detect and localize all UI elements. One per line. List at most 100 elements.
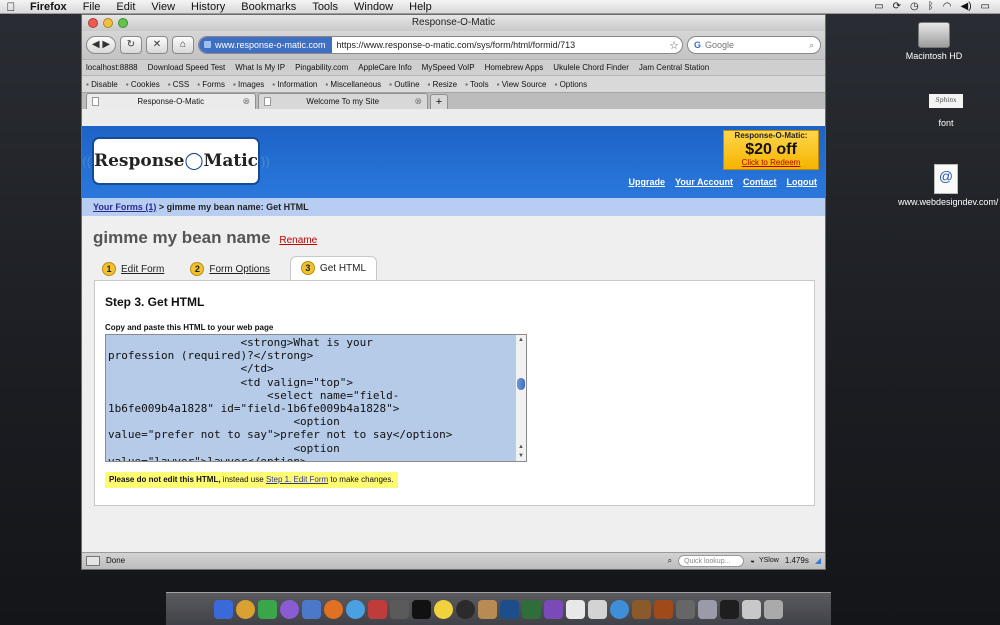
bookmark-item[interactable]: Download Speed Test	[148, 60, 226, 75]
tab-response-o-matic[interactable]: Response-O-Matic ⊗	[86, 93, 256, 109]
dev-menu-view-source[interactable]: View Source	[497, 76, 547, 92]
menu-file[interactable]: File	[75, 0, 109, 14]
bookmark-item[interactable]: Jam Central Station	[639, 60, 709, 75]
dev-menu-forms[interactable]: Forms	[197, 76, 225, 92]
back-forward-button[interactable]: ◀ ▶	[86, 36, 116, 54]
home-button[interactable]: ⌂	[172, 36, 194, 54]
menu-history[interactable]: History	[183, 0, 233, 14]
app-icon[interactable]	[698, 599, 717, 619]
app-icon[interactable]	[654, 599, 673, 619]
textedit-icon[interactable]	[566, 599, 585, 619]
sync-icon[interactable]: ⟳	[893, 0, 901, 14]
desktop-icon-macintosh-hd[interactable]: Macintosh HD	[886, 22, 982, 62]
dev-menu-cookies[interactable]: Cookies	[126, 76, 160, 92]
dev-menu-css[interactable]: CSS	[168, 76, 189, 92]
battery-icon[interactable]: ▭	[981, 0, 990, 14]
search-box[interactable]: G ⌕	[687, 36, 821, 54]
close-tab-icon[interactable]: ⊗	[414, 96, 422, 107]
contact-link[interactable]: Contact	[743, 177, 777, 187]
code-scrollbar[interactable]: ▲ ▲ ▼	[515, 335, 526, 461]
bookmark-item[interactable]: Homebrew Apps	[485, 60, 544, 75]
close-window-icon[interactable]	[88, 18, 98, 28]
promo-badge[interactable]: Response-O-Matic: $20 off Click to Redee…	[723, 130, 819, 170]
zoom-window-icon[interactable]	[118, 18, 128, 28]
app-icon[interactable]	[280, 599, 299, 619]
scroll-thumb[interactable]	[517, 378, 525, 390]
rename-link[interactable]: Rename	[279, 235, 317, 246]
volume-icon[interactable]: ◀)	[961, 0, 972, 14]
dev-menu-outline[interactable]: Outline	[389, 76, 419, 92]
dreamweaver-icon[interactable]	[522, 599, 541, 619]
edit-form-link[interactable]: Step 1. Edit Form	[266, 475, 328, 484]
photoshop-icon[interactable]	[500, 599, 519, 619]
tab-form-options[interactable]: 2 Form Options	[184, 259, 276, 281]
activity-monitor-icon[interactable]	[720, 599, 739, 619]
wifi-icon[interactable]: ◠	[943, 0, 952, 14]
tab-welcome[interactable]: Welcome To my Site ⊗	[258, 93, 428, 109]
app-icon[interactable]	[544, 599, 563, 619]
dev-menu-images[interactable]: Images	[233, 76, 264, 92]
menu-help[interactable]: Help	[401, 0, 440, 14]
new-tab-button[interactable]: +	[430, 94, 448, 109]
scroll-down-arrow-icon[interactable]: ▼	[516, 451, 526, 461]
cyberduck-icon[interactable]	[434, 599, 453, 619]
scroll-up-arrow-icon[interactable]: ▲	[516, 335, 526, 345]
bookmark-item[interactable]: localhost:8888	[86, 60, 138, 75]
excel-icon[interactable]	[258, 599, 277, 619]
trash-icon[interactable]	[764, 599, 783, 619]
desktop-icon-font[interactable]: Sphinx font	[898, 94, 994, 129]
dev-menu-information[interactable]: Information	[272, 76, 317, 92]
promo-redeem-link[interactable]: Click to Redeem	[724, 158, 818, 168]
reload-button[interactable]: ↻	[120, 36, 142, 54]
app-icon[interactable]	[676, 599, 695, 619]
bookmark-item[interactable]: What Is My IP	[235, 60, 285, 75]
bookmark-item[interactable]: Ukulele Chord Finder	[553, 60, 629, 75]
bluetooth-icon[interactable]: ᛒ	[928, 0, 934, 14]
bookmark-star-icon[interactable]: ☆	[666, 39, 682, 52]
dev-menu-miscellaneous[interactable]: Miscellaneous	[325, 76, 381, 92]
menu-app-firefox[interactable]: Firefox	[22, 0, 75, 14]
tab-edit-form[interactable]: 1 Edit Form	[96, 259, 170, 281]
word-icon[interactable]	[302, 599, 321, 619]
preview-icon[interactable]	[588, 599, 607, 619]
dev-menu-resize[interactable]: Resize	[428, 76, 457, 92]
menu-window[interactable]: Window	[346, 0, 401, 14]
breadcrumb-your-forms-link[interactable]: Your Forms (1)	[93, 202, 156, 212]
dev-menu-disable[interactable]: Disable	[86, 76, 118, 92]
site-identity-badge[interactable]: www.response-o-matic.com	[199, 37, 332, 53]
terminal-icon[interactable]	[412, 599, 431, 619]
resize-grip-icon[interactable]: ◢	[815, 553, 821, 569]
bookmark-item[interactable]: MySpeed VoIP	[422, 60, 475, 75]
stop-button[interactable]: ✕	[146, 36, 168, 54]
app-icon[interactable]	[742, 599, 761, 619]
app-icon[interactable]	[390, 599, 409, 619]
app-icon[interactable]	[456, 599, 475, 619]
time-machine-icon[interactable]: ◷	[910, 0, 919, 14]
safari-icon[interactable]	[346, 599, 365, 619]
apple-menu-icon[interactable]: 	[0, 0, 22, 14]
menu-bookmarks[interactable]: Bookmarks	[233, 0, 304, 14]
bookmark-item[interactable]: AppleCare Info	[358, 60, 411, 75]
minimize-window-icon[interactable]	[103, 18, 113, 28]
logout-link[interactable]: Logout	[787, 177, 818, 187]
html-code-textarea[interactable]: <strong>What is your profession (require…	[106, 335, 516, 461]
firefox-icon[interactable]	[324, 599, 343, 619]
quick-lookup-field[interactable]: Quick lookup...	[678, 555, 745, 567]
finder-icon[interactable]	[214, 599, 233, 619]
app-icon[interactable]	[478, 599, 497, 619]
menu-tools[interactable]: Tools	[304, 0, 346, 14]
upgrade-link[interactable]: Upgrade	[628, 177, 665, 187]
menu-edit[interactable]: Edit	[108, 0, 143, 14]
itunes-icon[interactable]	[610, 599, 629, 619]
magnifier-icon[interactable]: ⌕	[668, 553, 672, 569]
tab-get-html[interactable]: 3 Get HTML	[289, 256, 378, 281]
url-bar[interactable]: www.response-o-matic.com https://www.res…	[198, 36, 683, 54]
yslow-widget[interactable]: ◒ YSlow	[750, 553, 779, 569]
search-icon[interactable]: ⌕	[809, 40, 814, 51]
garageband-icon[interactable]	[632, 599, 651, 619]
menu-view[interactable]: View	[143, 0, 183, 14]
response-o-matic-logo[interactable]: (( Response ◯ Matic ))	[82, 137, 270, 185]
url-text[interactable]: https://www.response-o-matic.com/sys/for…	[332, 40, 667, 50]
search-input[interactable]	[705, 40, 805, 50]
screen-icon[interactable]: ▭	[874, 0, 883, 14]
